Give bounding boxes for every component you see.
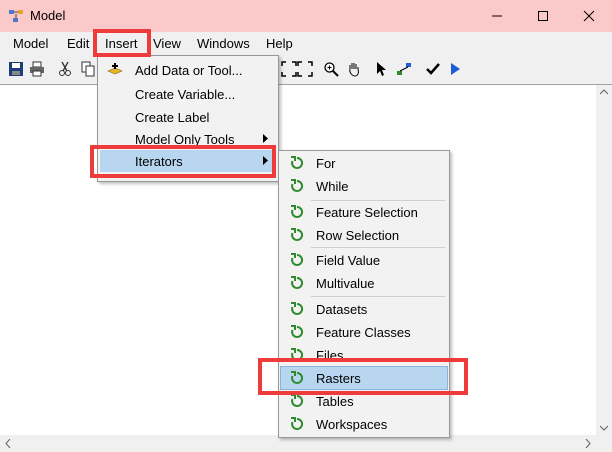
highlight-iterators-item — [90, 145, 276, 178]
maximize-icon — [538, 11, 548, 21]
menu-item-label: Tables — [316, 394, 354, 409]
menu-bar: Model Edit Insert View Windows Help — [0, 32, 612, 56]
menu-item-label: Add Data or Tool... — [135, 63, 243, 78]
minimize-icon — [492, 15, 502, 17]
submenu-arrow-icon — [263, 134, 268, 143]
menu-model[interactable]: Model — [13, 36, 48, 51]
iterator-icon — [291, 417, 304, 430]
connect-icon[interactable] — [396, 61, 412, 77]
highlight-insert-menu — [93, 29, 151, 57]
menu-item-label: Create Label — [135, 110, 210, 125]
iterator-feature-classes[interactable]: Feature Classes — [281, 321, 447, 343]
iterator-icon — [291, 325, 304, 338]
iterator-datasets[interactable]: Datasets — [281, 298, 447, 320]
model-icon — [9, 10, 23, 22]
menu-item-create-label[interactable]: Create Label — [100, 106, 276, 128]
title-bar: Model — [0, 0, 612, 32]
minimize-button[interactable] — [474, 0, 520, 32]
scroll-up-icon[interactable] — [600, 89, 608, 95]
scroll-corner — [596, 435, 612, 452]
iterator-workspaces[interactable]: Workspaces — [281, 413, 447, 435]
iterator-while[interactable]: While — [281, 175, 447, 197]
menu-windows[interactable]: Windows — [197, 36, 250, 51]
menu-separator — [311, 247, 445, 248]
menu-view[interactable]: View — [153, 36, 181, 51]
iterator-icon — [291, 179, 304, 192]
close-button[interactable] — [566, 0, 612, 32]
scroll-right-icon[interactable] — [585, 439, 591, 448]
vertical-scrollbar[interactable] — [596, 85, 612, 435]
iterator-icon — [291, 228, 304, 241]
pan-icon[interactable] — [346, 61, 362, 77]
iterator-field-value[interactable]: Field Value — [281, 249, 447, 271]
run-icon[interactable] — [447, 61, 463, 77]
print-icon[interactable] — [29, 61, 45, 77]
menu-item-label: Field Value — [316, 253, 381, 268]
menu-item-label: Feature Selection — [316, 205, 418, 220]
iterator-multivalue[interactable]: Multivalue — [281, 272, 447, 294]
menu-separator — [311, 296, 445, 297]
add-data-icon — [107, 63, 123, 75]
scroll-down-icon[interactable] — [600, 425, 608, 431]
iterator-for[interactable]: For — [281, 152, 447, 174]
menu-help[interactable]: Help — [266, 36, 293, 51]
menu-item-label: Multivalue — [316, 276, 375, 291]
save-icon[interactable] — [8, 61, 24, 77]
copy-icon[interactable] — [80, 61, 96, 77]
window-title: Model — [30, 8, 66, 23]
full-extent-icon[interactable] — [281, 61, 297, 77]
iterator-icon — [291, 394, 304, 407]
menu-item-label: For — [316, 156, 336, 171]
iterator-icon — [291, 156, 304, 169]
iterator-icon — [291, 302, 304, 315]
menu-edit[interactable]: Edit — [67, 36, 89, 51]
highlight-rasters-item — [258, 358, 468, 395]
iterator-icon — [291, 276, 304, 289]
iterator-feature-selection[interactable]: Feature Selection — [281, 201, 447, 223]
iterator-icon — [291, 253, 304, 266]
menu-item-label: Row Selection — [316, 228, 400, 243]
iterator-icon — [291, 205, 304, 218]
menu-item-add-data[interactable]: Add Data or Tool... — [100, 59, 276, 81]
menu-item-label: Create Variable... — [135, 87, 236, 102]
menu-item-label: Datasets — [316, 302, 368, 317]
menu-item-label: Feature Classes — [316, 325, 411, 340]
menu-item-label: While — [316, 179, 349, 194]
maximize-button[interactable] — [520, 0, 566, 32]
zoom-extent-icon[interactable] — [297, 61, 313, 77]
iterator-row-selection[interactable]: Row Selection — [281, 224, 447, 246]
close-icon — [583, 10, 595, 22]
select-icon[interactable] — [374, 61, 390, 77]
zoom-icon[interactable] — [323, 61, 339, 77]
scroll-left-icon[interactable] — [5, 439, 11, 448]
menu-item-create-variable[interactable]: Create Variable... — [100, 83, 276, 105]
cut-icon[interactable] — [57, 61, 73, 77]
menu-item-label: Workspaces — [316, 417, 388, 432]
toolbar — [0, 56, 612, 85]
validate-icon[interactable] — [425, 61, 441, 77]
